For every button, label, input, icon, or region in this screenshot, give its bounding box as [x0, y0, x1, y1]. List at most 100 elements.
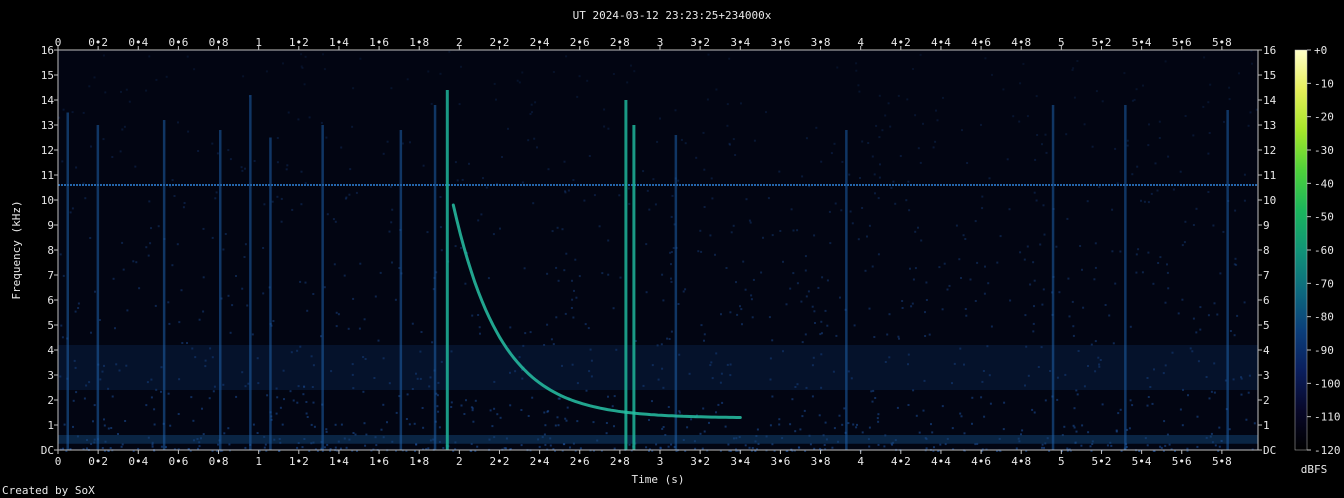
noise-speck	[241, 287, 244, 290]
noise-speck	[227, 427, 230, 430]
noise-speck	[1159, 445, 1162, 448]
noise-speck	[981, 195, 984, 198]
noise-speck	[427, 70, 430, 73]
noise-speck	[173, 195, 176, 197]
noise-speck	[547, 410, 550, 413]
noise-speck	[796, 282, 799, 285]
noise-speck	[578, 75, 581, 78]
x-tick-label-top: 3•2	[690, 36, 710, 49]
noise-speck	[282, 62, 284, 65]
noise-speck	[807, 290, 810, 293]
noise-speck	[801, 341, 804, 344]
noise-speck	[109, 447, 112, 449]
noise-speck	[706, 98, 709, 101]
noise-speck	[661, 273, 664, 276]
impulse-13	[845, 130, 848, 450]
y-tick-label-left: 2	[47, 394, 54, 407]
noise-speck	[323, 68, 326, 71]
noise-speck	[377, 339, 380, 342]
noise-speck	[811, 305, 814, 308]
noise-speck	[751, 316, 754, 319]
y-tick-label-left: 12	[41, 144, 54, 157]
noise-speck	[426, 231, 429, 234]
noise-speck	[101, 447, 104, 449]
noise-speck	[703, 430, 706, 433]
noise-speck	[988, 177, 991, 180]
noise-speck	[1166, 263, 1168, 266]
impulse-1	[96, 125, 100, 450]
noise-speck	[930, 423, 932, 426]
noise-speck	[744, 288, 747, 291]
noise-speck	[871, 400, 874, 403]
noise-speck	[253, 160, 256, 162]
noise-speck	[150, 227, 152, 230]
noise-speck	[652, 178, 655, 181]
noise-speck	[478, 326, 481, 329]
x-tick-label-top: 0	[55, 36, 62, 49]
noise-speck	[1041, 303, 1044, 306]
noise-speck	[1135, 271, 1138, 274]
noise-speck	[507, 127, 509, 130]
noise-speck	[925, 447, 928, 450]
noise-speck	[877, 253, 880, 256]
noise-speck	[711, 197, 714, 200]
noise-speck	[607, 395, 609, 398]
noise-speck	[306, 309, 309, 312]
noise-speck	[297, 118, 300, 121]
noise-speck	[531, 396, 534, 399]
noise-speck	[563, 160, 566, 163]
noise-speck	[262, 292, 265, 295]
noise-speck	[571, 298, 574, 301]
noise-speck	[178, 321, 181, 324]
noise-speck	[779, 230, 782, 232]
noise-speck	[157, 225, 160, 228]
impulse-6	[321, 125, 324, 450]
noise-speck	[364, 444, 367, 447]
noise-speck	[1245, 418, 1248, 421]
noise-speck	[838, 414, 841, 417]
mid-frequency-band	[58, 345, 1258, 390]
noise-speck	[422, 426, 425, 429]
noise-speck	[308, 116, 311, 119]
noise-speck	[870, 390, 873, 393]
x-tick-label-bottom: 5•4	[1132, 455, 1152, 468]
noise-speck	[1042, 204, 1045, 207]
noise-speck	[1114, 282, 1117, 285]
noise-speck	[138, 287, 141, 290]
noise-speck	[910, 305, 913, 308]
noise-speck	[1207, 314, 1210, 317]
noise-speck	[1195, 207, 1198, 210]
noise-speck	[1021, 429, 1024, 432]
x-tick-label-top: 0•2	[88, 36, 108, 49]
x-tick-label-top: 2•4	[530, 36, 550, 49]
noise-speck	[167, 392, 170, 395]
noise-speck	[491, 425, 494, 428]
colorbar-tick-label: -120	[1314, 444, 1341, 457]
noise-speck	[565, 252, 568, 255]
noise-speck	[388, 230, 391, 233]
noise-speck	[857, 238, 860, 241]
noise-speck	[939, 443, 942, 446]
noise-speck	[72, 425, 74, 428]
noise-speck	[911, 302, 914, 305]
noise-speck	[715, 411, 717, 414]
noise-speck	[611, 405, 614, 408]
noise-speck	[748, 219, 751, 222]
noise-speck	[123, 125, 126, 128]
noise-speck	[891, 443, 894, 446]
noise-speck	[518, 81, 521, 84]
noise-speck	[628, 443, 631, 446]
x-tick-label-top: 0•4	[128, 36, 148, 49]
noise-speck	[183, 202, 186, 204]
noise-speck	[1184, 220, 1187, 223]
noise-speck	[74, 310, 77, 313]
noise-speck	[122, 268, 125, 271]
noise-speck	[1251, 62, 1253, 65]
noise-speck	[684, 288, 687, 291]
noise-speck	[1184, 115, 1187, 117]
noise-speck	[801, 175, 804, 178]
noise-speck	[877, 413, 880, 416]
noise-speck	[684, 142, 687, 145]
noise-speck	[872, 389, 875, 392]
noise-speck	[263, 446, 266, 449]
